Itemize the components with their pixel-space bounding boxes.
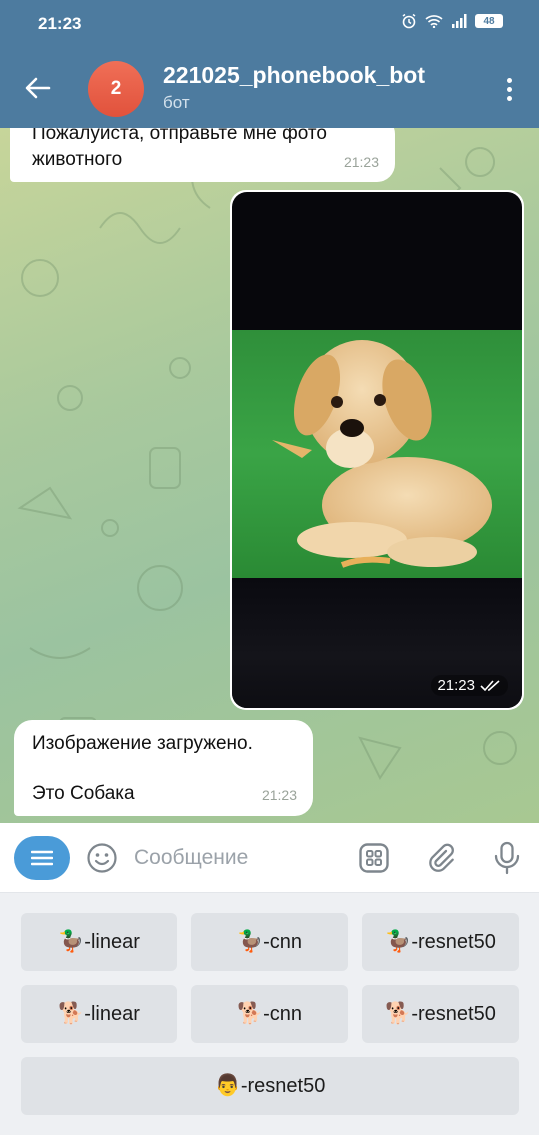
button-label: -cnn (263, 1002, 303, 1025)
keyboard-button-duck-resnet50[interactable]: 🦆 -resnet50 (362, 913, 519, 971)
message-text: Изображение загружено. (32, 733, 253, 754)
message-composer (0, 823, 539, 893)
dog-icon: 🐕 (58, 1002, 85, 1025)
message-time: 21:23 (261, 787, 297, 803)
status-bar: 21:23 48 (0, 0, 539, 48)
outgoing-photo-message[interactable]: 21:23 (230, 190, 524, 710)
signal-icon (451, 14, 467, 28)
alarm-icon (401, 13, 417, 29)
battery-icon: 48 (475, 14, 503, 28)
wifi-icon (425, 14, 443, 28)
dog-photo (232, 330, 522, 578)
keyboard-grid-icon (359, 843, 389, 873)
bot-menu-button[interactable] (14, 836, 70, 880)
duck-icon: 🦆 (385, 930, 412, 953)
button-label: -resnet50 (411, 930, 496, 953)
chat-subtitle: бот (163, 93, 190, 112)
chat-title[interactable]: 221025_phonebook_bot (163, 62, 425, 89)
keyboard-button-dog-cnn[interactable]: 🐕 -cnn (191, 985, 348, 1043)
dot-icon (506, 77, 512, 83)
back-button[interactable] (18, 70, 58, 106)
button-label: -cnn (263, 930, 303, 953)
keyboard-button-duck-linear[interactable]: 🦆 -linear (21, 913, 177, 971)
avatar[interactable]: 2 (88, 61, 144, 117)
microphone-button[interactable] (490, 841, 524, 875)
chat-area[interactable]: Пожалуйста, отправьте мне фото животного… (0, 128, 539, 823)
button-label: -resnet50 (411, 1002, 496, 1025)
chat-header: 2 221025_phonebook_bot бот (0, 48, 539, 128)
message-input[interactable] (134, 841, 344, 875)
dot-icon (506, 95, 512, 101)
keyboard-button-person-resnet50[interactable]: 👨 -resnet50 (21, 1057, 519, 1115)
attach-button[interactable] (424, 841, 458, 875)
status-time: 21:23 (38, 14, 82, 33)
dog-icon: 🐕 (385, 1002, 412, 1025)
smile-icon (87, 843, 117, 873)
message-text: Это Собака (32, 783, 135, 804)
paperclip-icon (429, 843, 454, 872)
message-time: 21:23 (437, 677, 475, 694)
incoming-message[interactable]: Изображение загружено. Это Собака 21:23 (14, 720, 313, 816)
button-label: -linear (84, 1002, 140, 1025)
message-text: Пожалуйста, отправьте мне фото животного (32, 128, 327, 170)
arrow-left-icon (25, 77, 51, 99)
microphone-icon (494, 841, 520, 875)
duck-icon: 🦆 (236, 930, 264, 953)
dot-icon (506, 86, 512, 92)
keyboard-button-dog-linear[interactable]: 🐕 -linear (21, 985, 177, 1043)
duck-icon: 🦆 (58, 930, 85, 953)
photo-meta: 21:23 (431, 675, 508, 696)
hamburger-icon (31, 850, 53, 866)
bot-reply-keyboard: 🦆 -linear 🦆 -cnn 🦆 -resnet50 🐕 -linear 🐕 -cnn… (0, 893, 539, 1135)
photo[interactable]: 21:23 (232, 192, 522, 708)
message-time: 21:23 (343, 154, 379, 170)
more-options-button[interactable] (497, 72, 521, 106)
button-label: -resnet50 (240, 1074, 326, 1097)
dog-icon: 🐕 (236, 1002, 264, 1025)
button-label: -linear (84, 930, 140, 953)
person-icon: 👨 (214, 1074, 241, 1097)
double-check-icon (480, 679, 500, 691)
emoji-button[interactable] (85, 841, 119, 875)
status-icons: 48 (401, 13, 503, 29)
keyboard-button-duck-cnn[interactable]: 🦆 -cnn (191, 913, 348, 971)
keyboard-button-dog-resnet50[interactable]: 🐕 -resnet50 (362, 985, 519, 1043)
bot-keyboard-button[interactable] (357, 841, 391, 875)
incoming-message[interactable]: Пожалуйста, отправьте мне фото животного… (10, 128, 395, 182)
